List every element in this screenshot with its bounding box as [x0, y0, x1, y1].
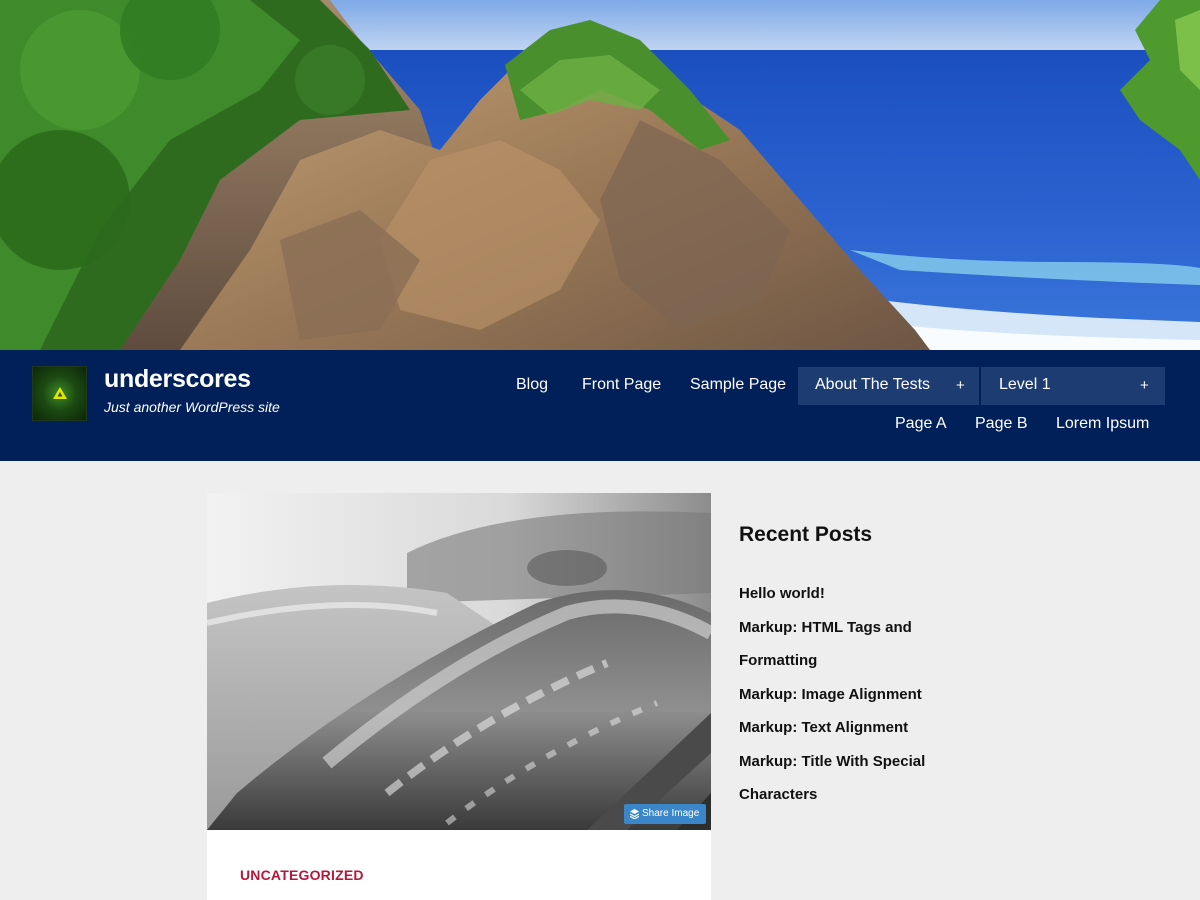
post-featured-image[interactable]: [207, 493, 711, 830]
expand-submenu-about-icon[interactable]: +: [956, 377, 965, 394]
recent-post-link[interactable]: Markup: Text Alignment: [739, 719, 908, 736]
site-logo[interactable]: [32, 366, 87, 421]
recent-post-link[interactable]: Markup: HTML Tags and Formatting: [739, 619, 912, 670]
expand-submenu-level-1-icon[interactable]: +: [1140, 377, 1149, 394]
recent-post-link[interactable]: Hello world!: [739, 585, 825, 602]
header-image: [0, 0, 1200, 350]
triangle-logo-icon: [53, 387, 67, 399]
recent-posts-list: Hello world! Markup: HTML Tags and Forma…: [739, 577, 979, 812]
recent-posts-title: Recent Posts: [739, 523, 873, 546]
nav-item-sample-page[interactable]: Sample Page: [690, 376, 786, 394]
nav-item-page-a[interactable]: Page A: [895, 415, 947, 433]
nav-item-lorem-ipsum[interactable]: Lorem Ipsum: [1056, 415, 1149, 433]
layers-icon: [630, 809, 639, 819]
site-tagline: Just another WordPress site: [104, 399, 280, 415]
share-image-button[interactable]: Share Image: [624, 804, 706, 824]
nav-item-level-1[interactable]: Level 1: [999, 376, 1051, 394]
post-category-link[interactable]: UNCATEGORIZED: [240, 867, 364, 883]
nav-item-blog[interactable]: Blog: [516, 376, 548, 394]
nav-item-about-the-tests[interactable]: About The Tests: [815, 376, 930, 394]
site-title[interactable]: underscores: [104, 365, 251, 394]
share-image-label: Share Image: [642, 808, 700, 819]
recent-post-link[interactable]: Markup: Title With Special Characters: [739, 753, 925, 804]
nav-divider: [979, 367, 981, 405]
nav-item-page-b[interactable]: Page B: [975, 415, 1027, 433]
recent-post-link[interactable]: Markup: Image Alignment: [739, 686, 922, 703]
nav-item-front-page[interactable]: Front Page: [582, 376, 661, 394]
